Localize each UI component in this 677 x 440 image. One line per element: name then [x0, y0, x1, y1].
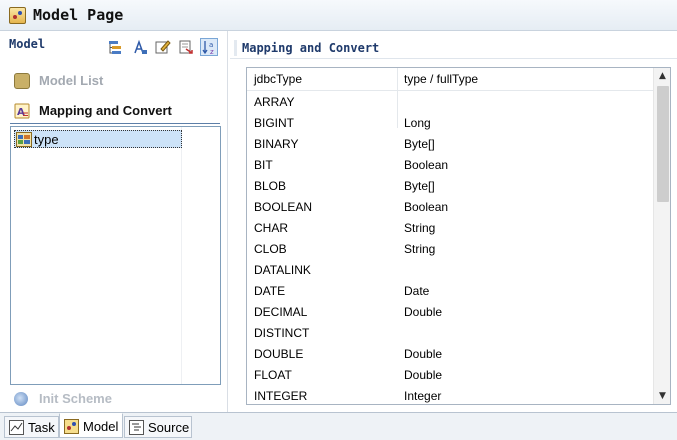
tab-source[interactable]: Source — [124, 416, 192, 438]
edit-button[interactable] — [154, 38, 172, 56]
cell-type: Long — [404, 116, 431, 130]
mapping-convert-section[interactable]: A Mapping and Convert — [10, 98, 220, 124]
cell-type: Date — [404, 284, 430, 298]
right-panel-header: Mapping and Convert — [230, 38, 677, 60]
table-row[interactable]: FLOAT Double — [247, 365, 653, 386]
tab-source-label: Source — [148, 420, 190, 435]
tab-task[interactable]: Task — [4, 416, 59, 438]
type-node-icon — [16, 132, 32, 147]
task-icon — [9, 420, 24, 435]
table-row[interactable]: INTEGER Integer — [247, 386, 653, 404]
header-underline — [230, 58, 677, 59]
tree-item-type[interactable]: type — [14, 130, 182, 148]
tree-properties-icon — [109, 41, 121, 54]
mapping-convert-icon: A — [14, 103, 30, 119]
model-list-section[interactable]: Model List — [10, 68, 220, 94]
cell-jdbctype: DECIMAL — [254, 305, 308, 319]
init-scheme-label: Init Scheme — [39, 391, 112, 406]
tree-item-label: type — [34, 132, 59, 147]
cell-type: Byte[] — [404, 137, 435, 151]
source-icon — [129, 420, 144, 435]
left-panel-title: Model — [9, 37, 46, 51]
cell-jdbctype: FLOAT — [254, 368, 292, 382]
cell-type: Double — [404, 347, 443, 361]
table-row[interactable]: CHAR String — [247, 218, 653, 239]
export-button[interactable] — [177, 38, 195, 56]
cell-jdbctype: DATALINK — [254, 263, 311, 277]
table-row[interactable]: DATALINK — [247, 260, 653, 281]
right-panel-title: Mapping and Convert — [242, 41, 380, 55]
table-row[interactable]: BLOB Byte[] — [247, 176, 653, 197]
init-scheme-icon — [14, 392, 28, 406]
table-header: jdbcType type / fullType — [247, 68, 653, 91]
left-panel-header: Model a z — [0, 31, 228, 61]
tree-column-divider — [181, 127, 182, 384]
scroll-thumb[interactable] — [657, 86, 669, 202]
mapping-convert-label: Mapping and Convert — [39, 103, 172, 118]
column-header-type[interactable]: type / fullType — [404, 72, 478, 86]
model-tab-icon — [64, 419, 79, 434]
table-row[interactable]: DECIMAL Double — [247, 302, 653, 323]
cell-jdbctype: DISTINCT — [254, 326, 310, 340]
column-header-jdbctype[interactable]: jdbcType — [254, 72, 302, 86]
table-row[interactable]: DATE Date — [247, 281, 653, 302]
cell-jdbctype: DATE — [254, 284, 286, 298]
tree-properties-button[interactable] — [107, 38, 125, 56]
cell-jdbctype: BINARY — [254, 137, 299, 151]
cell-jdbctype: BIGINT — [254, 116, 295, 130]
table-row[interactable]: ARRAY — [247, 92, 653, 113]
export-icon — [179, 40, 193, 54]
tab-model[interactable]: Model — [59, 413, 123, 438]
cell-type: Integer — [404, 389, 442, 403]
svg-text:z: z — [210, 48, 214, 55]
cell-type: String — [404, 221, 436, 235]
cell-type: Boolean — [404, 158, 449, 172]
cell-type: Double — [404, 305, 443, 319]
model-list-icon — [14, 73, 30, 89]
mapping-table[interactable]: jdbcType type / fullType ARRAY BIGINT Long… — [246, 67, 671, 405]
model-tree[interactable]: type — [10, 126, 221, 385]
sort-az-button[interactable]: a z — [200, 38, 218, 56]
tab-task-label: Task — [28, 420, 55, 435]
cell-jdbctype: ARRAY — [254, 95, 295, 109]
table-row[interactable]: BIGINT Long — [247, 113, 653, 134]
cell-jdbctype: BIT — [254, 158, 273, 172]
cell-jdbctype: BLOB — [254, 179, 287, 193]
scroll-up-icon[interactable]: ▲ — [654, 68, 670, 84]
table-row[interactable]: DOUBLE Double — [247, 344, 653, 365]
cell-type: String — [404, 242, 436, 256]
scroll-down-icon[interactable]: ▼ — [654, 388, 670, 404]
cell-jdbctype: DOUBLE — [254, 347, 304, 361]
table-row[interactable]: BOOLEAN Boolean — [247, 197, 653, 218]
model-page-icon — [9, 7, 26, 24]
model-list-label: Model List — [39, 73, 104, 88]
header-divider — [234, 40, 237, 56]
sort-az-icon: a z — [202, 41, 214, 55]
init-scheme-section[interactable]: Init Scheme — [10, 388, 220, 410]
table-row[interactable]: CLOB String — [247, 239, 653, 260]
text-edit-icon — [134, 39, 147, 54]
text-edit-button[interactable] — [131, 38, 149, 56]
tab-model-label: Model — [83, 419, 119, 434]
table-body: ARRAY BIGINT Long BINARY Byte[] BIT Boolean BLO… — [247, 92, 653, 404]
cell-jdbctype: CLOB — [254, 242, 287, 256]
bottom-tab-bar: Task Model Source — [0, 412, 677, 440]
table-row[interactable]: BINARY Byte[] — [247, 134, 653, 155]
cell-type: Double — [404, 368, 443, 382]
cell-jdbctype: CHAR — [254, 221, 289, 235]
vertical-scrollbar[interactable]: ▲ ▼ — [653, 68, 670, 404]
page-title: Model Page — [33, 6, 124, 24]
cell-jdbctype: INTEGER — [254, 389, 308, 403]
cell-type: Byte[] — [404, 179, 435, 193]
edit-icon — [155, 40, 171, 54]
table-row[interactable]: DISTINCT — [247, 323, 653, 344]
left-panel: Model a z Model List A Mapping and Conve… — [0, 31, 228, 412]
table-row[interactable]: BIT Boolean — [247, 155, 653, 176]
title-bar: Model Page — [0, 0, 677, 31]
cell-type: Boolean — [404, 200, 449, 214]
cell-jdbctype: BOOLEAN — [254, 200, 313, 214]
